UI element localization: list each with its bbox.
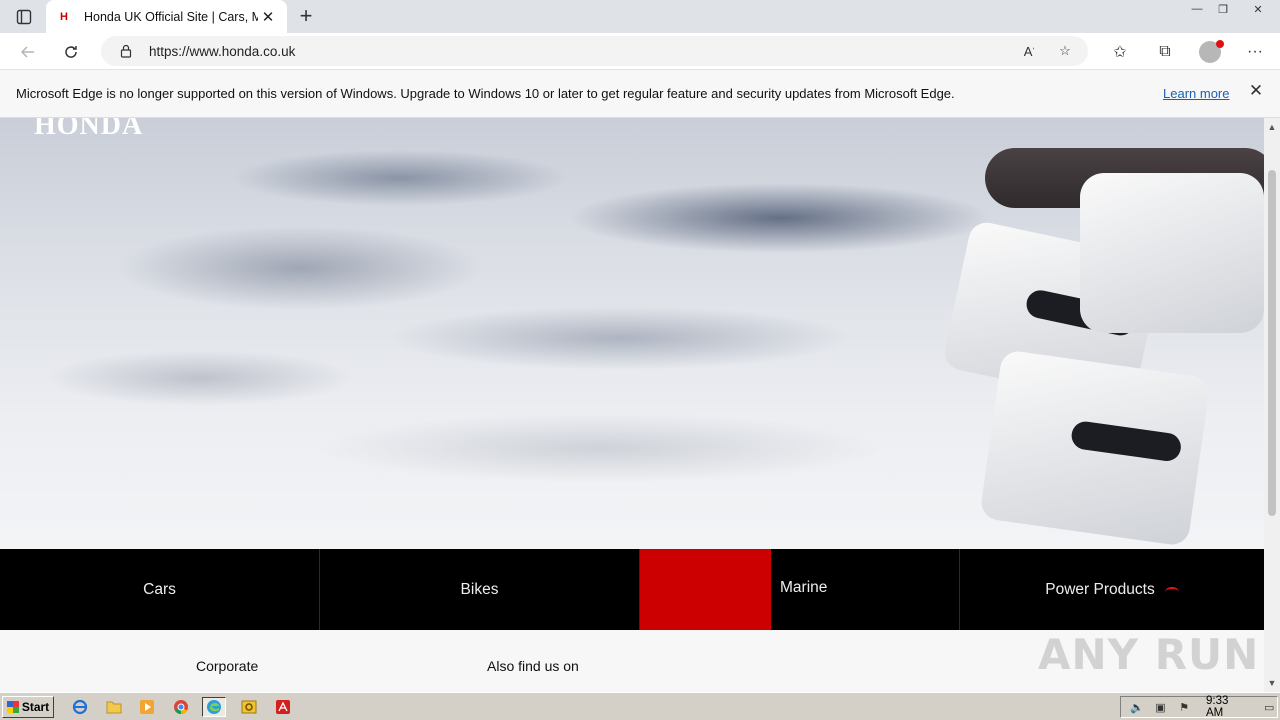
favorites-icon[interactable]: ✩: [1105, 38, 1135, 66]
infobar-message: Microsoft Edge is no longer supported on…: [16, 86, 955, 101]
tab-title: Honda UK Official Site | Cars, Mo: [84, 9, 258, 24]
nav-tile-label: Bikes: [460, 580, 499, 598]
avatar: [1199, 40, 1224, 63]
outlook-icon[interactable]: [237, 697, 261, 717]
refresh-button[interactable]: [57, 38, 85, 66]
footer-also-find: Also find us on: [487, 658, 579, 674]
tab-close-icon[interactable]: ✕: [259, 8, 277, 26]
more-options-icon[interactable]: ···: [1240, 38, 1270, 66]
footer: Corporate Also find us on ANY RUN: [0, 630, 1264, 692]
nav-tile-bikes[interactable]: Bikes: [320, 549, 640, 630]
learn-more-link[interactable]: Learn more: [1163, 86, 1229, 101]
action-center-flag-icon[interactable]: ⚑: [1176, 700, 1192, 714]
lock-icon[interactable]: [119, 44, 133, 58]
read-aloud-icon[interactable]: Aʼ: [1016, 38, 1042, 64]
clock[interactable]: 9:33 AM: [1206, 695, 1247, 719]
windows-taskbar: Start 🔈 ▣ ⚑ 9:33 AM ▭: [0, 692, 1280, 720]
browser-toolbar: https://www.honda.co.uk Aʼ ☆ ✩ ⧉ ···: [0, 33, 1280, 70]
volume-icon[interactable]: 🔈: [1129, 700, 1145, 714]
new-tab-button[interactable]: +: [294, 3, 318, 28]
edge-icon[interactable]: [202, 697, 226, 717]
anyrun-watermark: ANY RUN: [1038, 630, 1260, 679]
browser-tab[interactable]: H Honda UK Official Site | Cars, Mo ✕: [46, 0, 287, 33]
start-button[interactable]: Start: [2, 696, 54, 718]
collections-icon[interactable]: ⧉: [1150, 38, 1180, 66]
tab-strip: H Honda UK Official Site | Cars, Mo ✕ + …: [0, 0, 1280, 33]
ie-icon[interactable]: [68, 697, 92, 717]
url-text[interactable]: https://www.honda.co.uk: [149, 44, 295, 59]
back-arrow-icon: [20, 46, 34, 58]
address-bar[interactable]: https://www.honda.co.uk Aʼ ☆: [101, 36, 1088, 66]
minimize-icon[interactable]: —: [1184, 0, 1210, 18]
close-icon[interactable]: ✕: [1236, 0, 1280, 18]
window-controls: — ❐ ✕: [1184, 0, 1280, 20]
chrome-icon[interactable]: [169, 697, 193, 717]
nav-tile-label: Power Products: [1045, 580, 1155, 598]
nav-tile-power-products[interactable]: Power Products: [960, 549, 1264, 630]
profile-button[interactable]: [1195, 38, 1225, 66]
back-button[interactable]: [14, 38, 42, 66]
unsupported-windows-infobar: Microsoft Edge is no longer supported on…: [0, 70, 1280, 118]
tab-actions-icon: [16, 9, 32, 25]
nav-tile-label: Marine: [780, 579, 828, 596]
scroll-down-icon[interactable]: ▼: [1264, 676, 1280, 690]
network-icon[interactable]: ▣: [1153, 700, 1169, 714]
infobar-close-icon[interactable]: ✕: [1248, 81, 1264, 100]
scroll-up-icon[interactable]: ▲: [1264, 120, 1280, 134]
honda-logo[interactable]: HONDA: [34, 118, 143, 142]
start-label: Start: [21, 700, 50, 714]
refresh-icon: [65, 46, 77, 58]
product-nav: Cars Bikes Marine Power Products: [0, 549, 1264, 630]
nav-tile-cars[interactable]: Cars: [0, 549, 320, 630]
system-tray: 🔈 ▣ ⚑ 9:33 AM ▭: [1120, 695, 1278, 719]
scroll-thumb[interactable]: [1268, 170, 1276, 516]
chevron-up-icon: [1164, 586, 1179, 593]
explorer-folder-icon[interactable]: [102, 697, 126, 717]
page-scrollbar[interactable]: ▲ ▼: [1264, 118, 1280, 692]
acrobat-icon[interactable]: [271, 697, 295, 717]
add-favorite-icon[interactable]: ☆: [1052, 38, 1078, 64]
nav-tile-label: Cars: [143, 580, 176, 598]
tab-actions-button[interactable]: [10, 6, 38, 28]
windows-flag-icon: [6, 701, 19, 713]
nav-tile-marine[interactable]: Marine: [640, 549, 960, 630]
restore-icon[interactable]: ❐: [1210, 0, 1236, 18]
honda-h-icon: H: [60, 10, 68, 23]
outboard-engine-lower: [979, 349, 1211, 547]
hero-video: HONDA: [0, 118, 1264, 549]
footer-corporate[interactable]: Corporate: [196, 658, 258, 674]
media-player-icon[interactable]: [135, 697, 159, 717]
boat-side: [1080, 173, 1264, 333]
page-viewport: HONDA Cars Bikes Marine Power Products C…: [0, 118, 1264, 692]
show-desktop-icon[interactable]: ▭: [1261, 700, 1277, 714]
